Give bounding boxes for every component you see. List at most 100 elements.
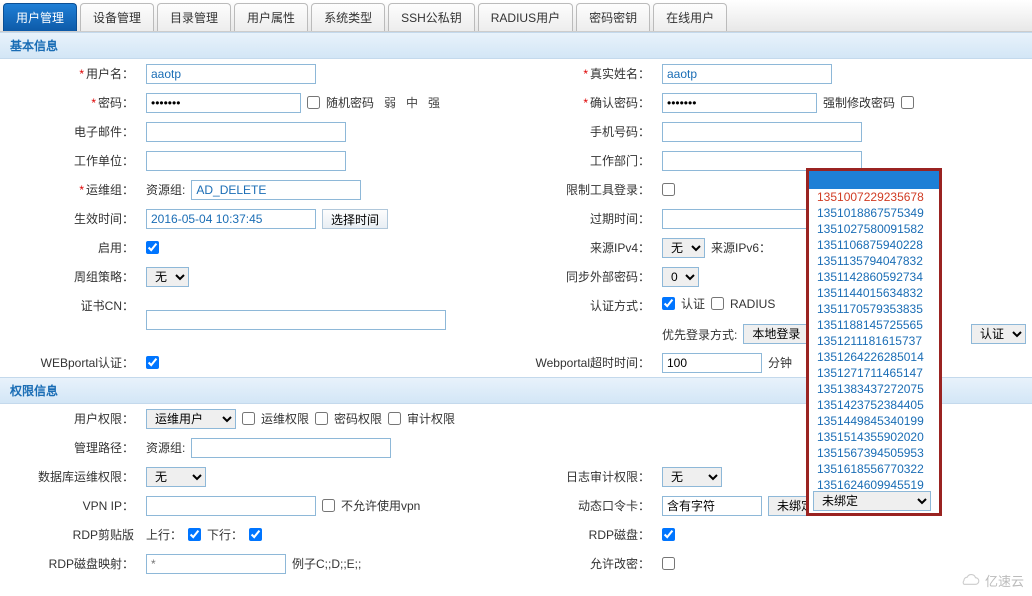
select-logauditperm[interactable]: 无 [662, 467, 722, 487]
dropdown-item[interactable]: 1351271711465147 [809, 365, 939, 381]
dropdown-footer-select[interactable]: 未绑定 [813, 491, 931, 511]
label-certcn: 证书CN： [0, 291, 140, 348]
checkbox-webportal[interactable] [146, 356, 159, 369]
label-auditperm: 审计权限 [407, 410, 455, 427]
dropdown-item[interactable]: 1351170579353835 [809, 301, 939, 317]
label-mobile: 手机号码： [516, 117, 656, 146]
label-workdept: 工作部门： [516, 146, 656, 175]
tab-ssh-key[interactable]: SSH公私钥 [388, 3, 475, 31]
input-mgmtpath[interactable] [191, 438, 391, 458]
input-username[interactable] [146, 64, 316, 84]
label-mgmtpath: 管理路径： [0, 433, 140, 462]
tab-user-attr[interactable]: 用户属性 [234, 3, 308, 31]
checkbox-limitlogin[interactable] [662, 183, 675, 196]
checkbox-allowchange[interactable] [662, 557, 675, 570]
select-srcipv4[interactable]: 无 [662, 238, 705, 258]
strength-mid: 中 [406, 94, 418, 111]
input-vpnip[interactable] [146, 496, 316, 516]
strength-strong: 强 [428, 94, 440, 111]
input-confirm[interactable] [662, 93, 817, 113]
tab-radius-user[interactable]: RADIUS用户 [478, 3, 573, 31]
input-resgroup[interactable] [191, 180, 361, 200]
label-username: 用户名： [0, 59, 140, 88]
tab-online-user[interactable]: 在线用户 [653, 3, 727, 31]
checkbox-rdpclip-down[interactable] [249, 528, 262, 541]
input-password[interactable] [146, 93, 301, 113]
input-mobile[interactable] [662, 122, 862, 142]
checkbox-rdpclip-up[interactable] [188, 528, 201, 541]
dropdown-item[interactable]: 1351624609945519 [809, 477, 939, 489]
select-userperm[interactable]: 运维用户 [146, 409, 236, 429]
dropdown-scroll[interactable]: 1351007229235678135101886757534913510275… [809, 189, 939, 489]
dropdown-item[interactable]: 1351007229235678 [809, 189, 939, 205]
label-workunit: 工作单位： [0, 146, 140, 175]
input-realname[interactable] [662, 64, 832, 84]
watermark: 亿速云 [959, 571, 1024, 590]
dropdown-item[interactable]: 1351567394505953 [809, 445, 939, 461]
label-webportal-unit: 分钟 [768, 354, 792, 371]
input-workunit[interactable] [146, 151, 346, 171]
label-limitlogin: 限制工具登录： [516, 175, 656, 204]
label-effective: 生效时间： [0, 204, 140, 233]
dropdown-item[interactable]: 1351211181615737 [809, 333, 939, 349]
input-certcn[interactable] [146, 310, 446, 330]
tab-dir-mgmt[interactable]: 目录管理 [157, 3, 231, 31]
checkbox-random-pwd[interactable] [307, 96, 320, 109]
strength-weak: 弱 [384, 94, 396, 111]
input-effective[interactable] [146, 209, 316, 229]
checkbox-auth-radius[interactable] [711, 297, 724, 310]
label-forcechg: 强制修改密码 [823, 94, 895, 111]
input-dyntoken-filter[interactable] [662, 496, 762, 516]
label-srcipv6: 来源IPv6： [711, 239, 771, 256]
label-expire: 过期时间： [516, 204, 656, 233]
dropdown-item[interactable]: 1351618556770322 [809, 461, 939, 477]
dropdown-item[interactable]: 1351142860592734 [809, 269, 939, 285]
label-srcipv4: 来源IPv4： [516, 233, 656, 262]
label-opsperm: 运维权限 [261, 410, 309, 427]
checkbox-forcechg[interactable] [901, 96, 914, 109]
checkbox-auth-renzheng[interactable] [662, 297, 675, 310]
dropdown-item[interactable]: 1351144015634832 [809, 285, 939, 301]
select-syncextpwd[interactable]: 0 [662, 267, 699, 287]
btn-select-time[interactable]: 选择时间 [322, 209, 388, 229]
tab-device-mgmt[interactable]: 设备管理 [80, 3, 154, 31]
dropdown-item[interactable]: 1351106875940228 [809, 237, 939, 253]
tab-user-mgmt[interactable]: 用户管理 [3, 3, 77, 31]
tab-sys-type[interactable]: 系统类型 [311, 3, 385, 31]
label-confirm: 确认密码： [516, 88, 656, 117]
input-webportaltimeout[interactable] [662, 353, 762, 373]
dropdown-item[interactable]: 1351514355902020 [809, 429, 939, 445]
dropdown-item[interactable]: 1351264226285014 [809, 349, 939, 365]
input-email[interactable] [146, 122, 346, 142]
label-rdpdiskmap-hint: 例子C;;D;;E;; [292, 555, 361, 572]
dropdown-item[interactable]: 1351027580091582 [809, 221, 939, 237]
checkbox-enable[interactable] [146, 241, 159, 254]
label-rdpdisk: RDP磁盘： [516, 520, 656, 549]
checkbox-pwdperm[interactable] [315, 412, 328, 425]
checkbox-auditperm[interactable] [388, 412, 401, 425]
tab-pwd-key[interactable]: 密码密钥 [576, 3, 650, 31]
label-dbopsperm: 数据库运维权限： [0, 462, 140, 491]
label-resgroup: 资源组: [146, 181, 185, 198]
dropdown-item[interactable]: 1351449845340199 [809, 413, 939, 429]
dropdown-item[interactable]: 1351188145725565 [809, 317, 939, 333]
select-auth-combo[interactable]: 认证 [971, 324, 1026, 344]
checkbox-novpn[interactable] [322, 499, 335, 512]
select-weekpolicy[interactable]: 无 [146, 267, 189, 287]
dropdown-item[interactable]: 1351383437272075 [809, 381, 939, 397]
label-password: 密码： [0, 88, 140, 117]
cloud-icon [959, 574, 981, 588]
checkbox-rdpdisk[interactable] [662, 528, 675, 541]
label-authmethod: 认证方式： [516, 291, 656, 348]
label-dyntoken: 动态口令卡： [516, 491, 656, 520]
dropdown-item[interactable]: 1351018867575349 [809, 205, 939, 221]
checkbox-opsperm[interactable] [242, 412, 255, 425]
dropdown-item[interactable]: 1351135794047832 [809, 253, 939, 269]
dropdown-token-list: 1351007229235678135101886757534913510275… [806, 168, 942, 516]
label-email: 电子邮件： [0, 117, 140, 146]
dropdown-item[interactable]: 1351423752384405 [809, 397, 939, 413]
label-weekpolicy: 周组策略： [0, 262, 140, 291]
dropdown-header[interactable] [809, 171, 939, 189]
select-dbopsperm[interactable]: 无 [146, 467, 206, 487]
input-rdpdiskmap[interactable] [146, 554, 286, 574]
